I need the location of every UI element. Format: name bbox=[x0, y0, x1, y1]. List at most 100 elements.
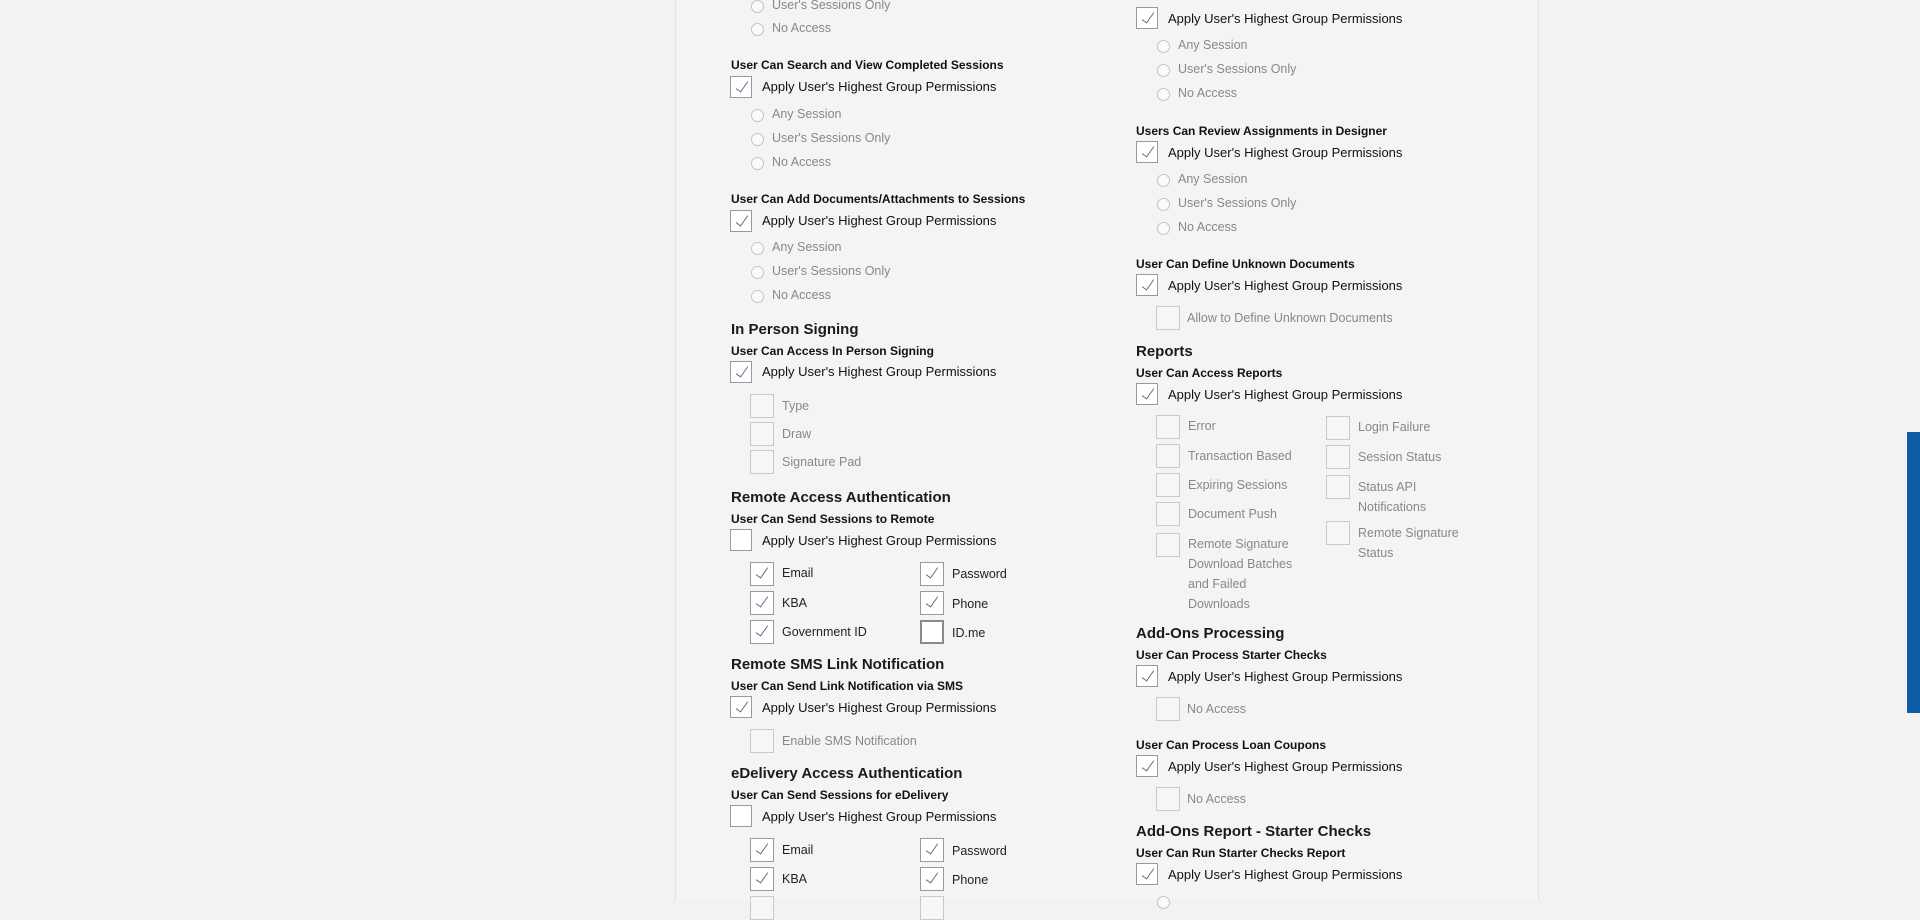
auth-label-phone: Phone bbox=[952, 597, 989, 611]
section-title-addons-report: Add-Ons Report - Starter Checks bbox=[1136, 823, 1372, 840]
report-label: Login Failure bbox=[1358, 420, 1431, 434]
apply-group-permissions-checkbox[interactable] bbox=[730, 529, 752, 551]
apply-group-permissions-checkbox[interactable] bbox=[730, 76, 752, 98]
auth-checkbox-email[interactable] bbox=[750, 562, 774, 586]
apply-group-permissions-checkbox[interactable] bbox=[1136, 274, 1158, 296]
radio-label: User's Sessions Only bbox=[772, 264, 891, 278]
radio-own-sessions[interactable] bbox=[751, 133, 764, 146]
radio-label: User's Sessions Only bbox=[1178, 196, 1297, 210]
radio-any-session[interactable] bbox=[1157, 896, 1170, 909]
auth-checkbox-email[interactable] bbox=[750, 838, 774, 862]
option-label: Signature Pad bbox=[782, 455, 862, 469]
option-checkbox-type[interactable] bbox=[750, 394, 774, 418]
apply-group-permissions-label: Apply User's Highest Group Permissions bbox=[762, 364, 997, 379]
auth-checkbox-kba[interactable] bbox=[750, 591, 774, 615]
auth-label-email: Email bbox=[782, 566, 814, 580]
apply-group-permissions-checkbox[interactable] bbox=[730, 696, 752, 718]
permission-label-starter-checks-report: User Can Run Starter Checks Report bbox=[1136, 846, 1346, 860]
report-label: Expiring Sessions bbox=[1188, 478, 1288, 492]
apply-group-permissions-label: Apply User's Highest Group Permissions bbox=[1168, 867, 1403, 882]
apply-group-permissions-checkbox[interactable] bbox=[1136, 863, 1158, 885]
auth-checkbox-partial[interactable] bbox=[750, 896, 774, 920]
auth-label-phone: Phone bbox=[952, 873, 989, 887]
auth-label-email: Email bbox=[782, 843, 814, 857]
auth-label-kba: KBA bbox=[782, 596, 808, 610]
auth-checkbox-phone[interactable] bbox=[920, 867, 944, 891]
radio-no-access[interactable] bbox=[751, 157, 764, 170]
radio-label: No Access bbox=[1178, 86, 1238, 100]
option-checkbox-no-access[interactable] bbox=[1156, 787, 1180, 811]
apply-group-permissions-checkbox[interactable] bbox=[1136, 755, 1158, 777]
radio-no-access[interactable] bbox=[1157, 222, 1170, 235]
auth-checkbox-password[interactable] bbox=[920, 838, 944, 862]
auth-label-password: Password bbox=[952, 567, 1007, 581]
option-checkbox-signature-pad[interactable] bbox=[750, 450, 774, 474]
report-checkbox-status-api[interactable] bbox=[1326, 475, 1350, 499]
apply-group-permissions-checkbox[interactable] bbox=[1136, 383, 1158, 405]
apply-group-permissions-checkbox[interactable] bbox=[730, 805, 752, 827]
auth-checkbox-partial[interactable] bbox=[920, 896, 944, 920]
apply-group-permissions-label: Apply User's Highest Group Permissions bbox=[762, 700, 997, 715]
apply-group-permissions-checkbox[interactable] bbox=[1136, 7, 1158, 29]
auth-checkbox-government-id[interactable] bbox=[750, 620, 774, 644]
apply-group-permissions-label: Apply User's Highest Group Permissions bbox=[1168, 11, 1403, 26]
apply-group-permissions-label: Apply User's Highest Group Permissions bbox=[762, 79, 997, 94]
apply-group-permissions-checkbox[interactable] bbox=[730, 210, 752, 232]
radio-label: Any Session bbox=[772, 240, 842, 254]
report-checkbox-document-push[interactable] bbox=[1156, 502, 1180, 526]
report-checkbox-remote-signature-status[interactable] bbox=[1326, 521, 1350, 545]
radio-any-session[interactable] bbox=[751, 109, 764, 122]
apply-group-permissions-checkbox[interactable] bbox=[1136, 141, 1158, 163]
option-checkbox-no-access[interactable] bbox=[1156, 697, 1180, 721]
report-label: Remote Signature Download Batches and Fa… bbox=[1188, 537, 1293, 611]
section-title-reports: Reports bbox=[1136, 343, 1193, 360]
auth-checkbox-kba[interactable] bbox=[750, 867, 774, 891]
option-checkbox-enable-sms[interactable] bbox=[750, 729, 774, 753]
scrollbar-thumb[interactable] bbox=[1907, 432, 1920, 713]
radio-own-sessions[interactable] bbox=[751, 266, 764, 279]
report-checkbox-login-failure[interactable] bbox=[1326, 416, 1350, 440]
report-checkbox-transaction-based[interactable] bbox=[1156, 444, 1180, 468]
radio-label: User's Sessions Only bbox=[772, 0, 891, 12]
option-label: Allow to Define Unknown Documents bbox=[1187, 311, 1393, 325]
apply-group-permissions-label: Apply User's Highest Group Permissions bbox=[1168, 669, 1403, 684]
radio-any-session[interactable] bbox=[751, 242, 764, 255]
section-title-edelivery: eDelivery Access Authentication bbox=[731, 765, 963, 782]
permission-label-loan-coupons: User Can Process Loan Coupons bbox=[1136, 738, 1327, 752]
radio-own-sessions[interactable] bbox=[1157, 198, 1170, 211]
radio-own-sessions[interactable] bbox=[751, 0, 764, 13]
auth-label-government-id: Government ID bbox=[782, 625, 867, 639]
auth-label-password: Password bbox=[952, 844, 1007, 858]
radio-no-access[interactable] bbox=[751, 290, 764, 303]
radio-own-sessions[interactable] bbox=[1157, 64, 1170, 77]
option-checkbox-draw[interactable] bbox=[750, 422, 774, 446]
report-checkbox-session-status[interactable] bbox=[1326, 445, 1350, 469]
auth-label-idme: ID.me bbox=[952, 626, 986, 640]
radio-label: User's Sessions Only bbox=[1178, 62, 1297, 76]
permission-label-define-unknown: User Can Define Unknown Documents bbox=[1136, 257, 1355, 271]
auth-checkbox-phone[interactable] bbox=[920, 591, 944, 615]
option-label: No Access bbox=[1187, 702, 1247, 716]
apply-group-permissions-label: Apply User's Highest Group Permissions bbox=[1168, 145, 1403, 160]
report-label: Error bbox=[1188, 419, 1216, 433]
permission-label-edelivery: User Can Send Sessions for eDelivery bbox=[731, 788, 949, 802]
radio-no-access[interactable] bbox=[1157, 88, 1170, 101]
auth-checkbox-idme[interactable] bbox=[920, 620, 944, 644]
apply-group-permissions-checkbox[interactable] bbox=[1136, 665, 1158, 687]
radio-label: No Access bbox=[772, 155, 832, 169]
report-checkbox-error[interactable] bbox=[1156, 415, 1180, 439]
auth-checkbox-password[interactable] bbox=[920, 562, 944, 586]
option-checkbox-allow-define-unknown[interactable] bbox=[1156, 306, 1180, 330]
radio-label: Any Session bbox=[772, 107, 842, 121]
report-checkbox-remote-signature-download[interactable] bbox=[1156, 533, 1180, 557]
radio-no-access[interactable] bbox=[751, 23, 764, 36]
radio-any-session[interactable] bbox=[1157, 174, 1170, 187]
permission-label-starter-checks: User Can Process Starter Checks bbox=[1136, 648, 1327, 662]
radio-label: Any Session bbox=[1178, 172, 1248, 186]
report-label: Status API Notifications bbox=[1358, 480, 1427, 514]
auth-label-kba: KBA bbox=[782, 872, 808, 886]
apply-group-permissions-label: Apply User's Highest Group Permissions bbox=[1168, 759, 1403, 774]
radio-any-session[interactable] bbox=[1157, 40, 1170, 53]
apply-group-permissions-checkbox[interactable] bbox=[730, 361, 752, 383]
report-checkbox-expiring-sessions[interactable] bbox=[1156, 473, 1180, 497]
